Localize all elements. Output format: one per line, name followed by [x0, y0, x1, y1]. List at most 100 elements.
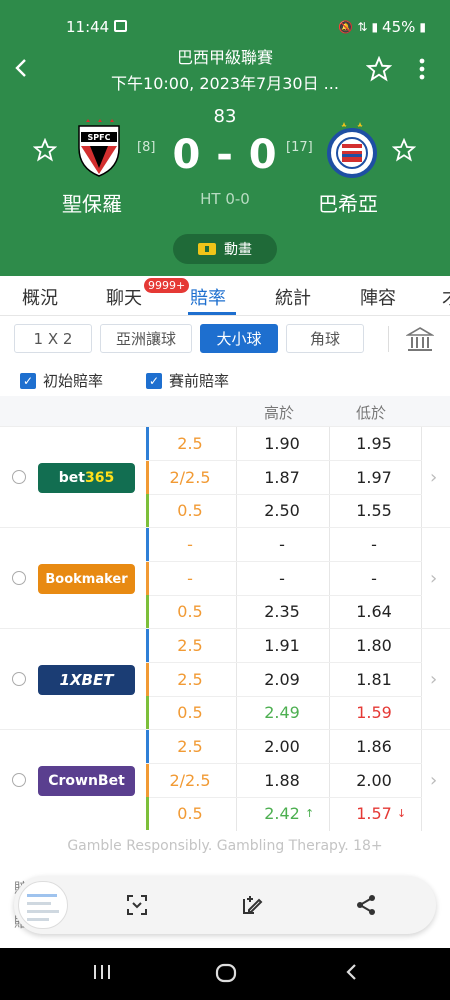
odds-over: 2.35 [264, 602, 300, 621]
bookmaker-logo[interactable]: 1XBET [38, 665, 135, 695]
odds-row-marker [146, 427, 149, 460]
chat-badge: 9999+ [144, 278, 190, 293]
screenshot-thumbnail[interactable] [18, 881, 68, 929]
odds-line: 0.5 [177, 804, 203, 823]
filter-over-under[interactable]: 大小球 [200, 324, 278, 353]
grid-line [146, 797, 422, 798]
screenshot-toolbar [14, 876, 436, 934]
away-team-crest[interactable] [327, 120, 377, 178]
filter-asian-handicap[interactable]: 亞洲讓球 [100, 324, 192, 353]
odds-over: - [279, 568, 285, 588]
odds-under: 2.00 [356, 770, 392, 790]
star-outline-icon[interactable] [366, 56, 392, 82]
odds-under: 1.81 [356, 669, 392, 689]
odds-line: 2/2.5 [169, 467, 211, 487]
odds-line: 2.5 [177, 434, 203, 453]
match-header: 11:44 🔕 ⇅ ▮ 45% ▮ 巴西甲級聯賽 下午10:00, 2023年7… [0, 0, 450, 276]
home-rank: [8] [137, 140, 156, 155]
bookmaker-block[interactable]: 1XBET 2.5 1.91 1.80 2.5 2.09 1.81 0.5 2.49 1.59 › [0, 628, 450, 730]
grid-line [146, 763, 422, 764]
odds-table: 高於 低於 bet 365 2.5 1.90 1.95 2/2.5 1.87 1.97 0.5 2… [0, 396, 450, 831]
tab-bar: 概況 聊天 9999+ 賠率 統計 陣容 才 [0, 276, 450, 316]
status-time: 11:44 [66, 18, 110, 36]
odds-line: - [187, 535, 193, 554]
bookmaker-radio[interactable] [12, 470, 26, 484]
bookmaker-radio[interactable] [12, 672, 26, 686]
tab-more[interactable]: 才 [442, 284, 450, 310]
grid-line [236, 629, 237, 730]
share-icon[interactable] [354, 893, 378, 917]
bookmaker-block[interactable]: Bookmaker - - - - - - 0.5 2.35 1.64 › [0, 527, 450, 629]
chevron-right-icon[interactable]: › [430, 467, 437, 488]
grid-line [146, 460, 422, 461]
edit-icon[interactable] [240, 893, 264, 917]
odds-line: 2.5 [177, 737, 203, 756]
home-favorite-star-icon[interactable] [33, 138, 57, 162]
chevron-right-icon[interactable]: › [430, 669, 437, 690]
odds-over: 1.87 [264, 467, 300, 487]
opening-odds-checkbox[interactable]: ✓ 初始賠率 [20, 370, 103, 391]
odds-over: 2.49 [264, 703, 300, 722]
column-under: 低於 [356, 404, 387, 422]
bookmaker-name-part: bet [58, 470, 85, 486]
odds-row-marker [146, 561, 149, 595]
away-team-name[interactable]: 巴希亞 [318, 188, 378, 217]
tab-chat[interactable]: 聊天 [106, 284, 142, 310]
prematch-odds-checkbox[interactable]: ✓ 賽前賠率 [146, 370, 229, 391]
match-minute: 83 [213, 106, 237, 127]
tab-lineup[interactable]: 陣容 [360, 284, 396, 310]
odds-over: 2.00 [264, 737, 300, 756]
bookmaker-block[interactable]: bet 365 2.5 1.90 1.95 2/2.5 1.87 1.97 0.5 2.50 1.5… [0, 426, 450, 528]
grid-line [421, 730, 422, 831]
recent-apps-icon[interactable] [92, 962, 112, 982]
bookmaker-name-part: 365 [84, 470, 115, 486]
filter-corners[interactable]: 角球 [286, 324, 364, 353]
bookmaker-radio[interactable] [12, 571, 26, 585]
away-rank: [17] [286, 140, 313, 155]
filter-1x2[interactable]: 1 X 2 [14, 324, 92, 353]
animation-button[interactable]: 動畫 [173, 234, 277, 264]
pitch-icon [198, 243, 216, 255]
back-icon[interactable] [342, 962, 362, 982]
odds-row-marker [146, 528, 149, 561]
odds-up-arrow-icon: ↑ [305, 807, 315, 820]
checkbox-icon: ✓ [146, 372, 162, 389]
bookmaker-block[interactable]: CrownBet 2.5 2.00 1.86 2/2.5 1.88 2.00 0.5 2.42 1… [0, 729, 450, 831]
tab-stats[interactable]: 統計 [275, 284, 311, 310]
grid-line [146, 662, 422, 663]
grid-line [236, 528, 237, 629]
chevron-right-icon[interactable]: › [430, 770, 437, 791]
bookmaker-radio[interactable] [12, 773, 26, 787]
gallery-icon [114, 20, 127, 32]
odds-line: 0.5 [177, 703, 203, 722]
wifi-icon: ⇅ [357, 20, 368, 34]
odds-line: 2.5 [177, 669, 203, 689]
bookmaker-logo[interactable]: CrownBet [38, 766, 135, 796]
match-score: 0 - 0 [172, 132, 278, 178]
column-over: 高於 [264, 404, 295, 422]
home-team-name[interactable]: 聖保羅 [62, 188, 122, 217]
odds-line: 2/2.5 [169, 770, 211, 790]
odds-line: 2.5 [177, 636, 203, 655]
chevron-right-icon[interactable]: › [430, 568, 437, 589]
odds-row-marker [146, 763, 149, 797]
scan-icon[interactable] [125, 893, 149, 917]
odds-row-marker [146, 662, 149, 696]
bank-icon[interactable] [406, 326, 434, 354]
mute-icon: 🔕 [338, 20, 354, 34]
away-favorite-star-icon[interactable] [392, 138, 416, 162]
tab-overview[interactable]: 概況 [22, 284, 58, 310]
odds-over: 2.50 [264, 501, 300, 520]
odds-under: 1.55 [356, 501, 392, 520]
home-icon[interactable] [215, 962, 237, 984]
grid-line [329, 528, 330, 629]
bookmaker-logo[interactable]: Bookmaker [38, 564, 135, 594]
odds-down-arrow-icon: ↓ [397, 807, 407, 820]
more-vert-icon[interactable] [412, 56, 432, 82]
odds-checkboxes: ✓ 初始賠率 ✓ 賽前賠率 [0, 362, 450, 396]
home-team-crest[interactable]: SPFC [76, 118, 122, 178]
tab-odds[interactable]: 賠率 [190, 284, 226, 310]
odds-row-marker [146, 595, 149, 628]
status-icons: 🔕 ⇅ ▮ 45% ▮ [338, 18, 426, 36]
bookmaker-logo[interactable]: bet 365 [38, 463, 135, 493]
